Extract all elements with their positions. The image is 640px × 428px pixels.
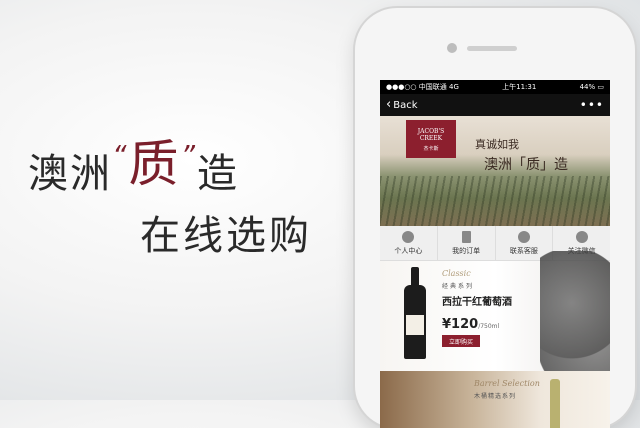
logo-text: JACOB'S CREEK	[417, 128, 445, 142]
carrier: 中国联通	[418, 83, 447, 91]
status-time: 上午11:31	[502, 83, 537, 91]
product-series: 经典系列	[442, 283, 475, 290]
hero-title-2: 澳洲「质」造	[484, 157, 568, 173]
user-icon	[402, 230, 415, 243]
network-type: 4G	[449, 83, 459, 91]
price-unit: /750ml	[478, 323, 500, 330]
more-dots-icon[interactable]: •••	[580, 98, 604, 112]
product-card[interactable]: Classic 经典系列 西拉干红葡萄酒 ¥120/750ml 立即购买	[380, 251, 610, 381]
wechat-icon	[575, 230, 588, 243]
promo-line1-b: 造	[197, 151, 240, 197]
menu-label: 我的订单	[452, 246, 481, 255]
vineyard-image	[380, 176, 610, 226]
menu-label: 个人中心	[394, 246, 423, 255]
back-button[interactable]: ‹ Back	[386, 97, 418, 112]
phone-screen: ●●●○○ 中国联通 4G 上午11:31 44% ▭ ‹ Back ••• J…	[380, 80, 610, 428]
battery-level: 44%	[579, 83, 596, 91]
logo-sub: 杰卡斯	[423, 146, 439, 152]
phone-mockup: ●●●○○ 中国联通 4G 上午11:31 44% ▭ ‹ Back ••• J…	[355, 8, 635, 428]
promo-quote-open: “	[112, 139, 129, 172]
promo-line1-a: 澳洲	[28, 151, 112, 197]
chevron-left-icon: ‹	[386, 97, 392, 112]
wine-bottle-image	[404, 267, 426, 359]
speaker-grille	[467, 46, 517, 51]
product-name: 西拉干红葡萄酒	[442, 297, 512, 308]
hero-title-1: 真诚如我	[475, 138, 519, 151]
back-label: Back	[393, 99, 418, 111]
battery-icon: ▭	[597, 83, 604, 91]
service-icon	[517, 230, 530, 243]
promo-accent: 质	[128, 135, 181, 193]
price-value: ¥120	[442, 317, 479, 332]
product-script-title: Classic	[442, 269, 471, 278]
menu-item-profile[interactable]: 个人中心	[380, 226, 438, 260]
product2-script-title: Barrel Selection	[474, 379, 540, 388]
menu-item-orders[interactable]: 我的订单	[438, 226, 496, 260]
hero-banner: JACOB'S CREEK 杰卡斯 真诚如我 澳洲「质」造	[380, 116, 610, 226]
nav-bar: ‹ Back •••	[380, 94, 610, 116]
menu-label: 联系客服	[509, 246, 538, 255]
product2-series: 木桶精选系列	[474, 393, 517, 400]
white-wine-bottle-image	[550, 379, 560, 428]
product-price: ¥120/750ml	[442, 313, 499, 332]
buy-now-button[interactable]: 立即购买	[442, 335, 480, 347]
promo-line-2: 在线选购	[140, 213, 312, 259]
grapes-image	[540, 251, 610, 381]
promo-line-1: 澳洲“质”造	[28, 130, 239, 202]
camera-icon	[447, 43, 457, 53]
status-bar: ●●●○○ 中国联通 4G 上午11:31 44% ▭	[380, 80, 610, 94]
order-icon	[461, 230, 471, 243]
brand-logo: JACOB'S CREEK 杰卡斯	[406, 120, 456, 158]
signal-icon: ●●●○○	[386, 83, 417, 91]
promo-quote-close: ”	[180, 139, 198, 172]
